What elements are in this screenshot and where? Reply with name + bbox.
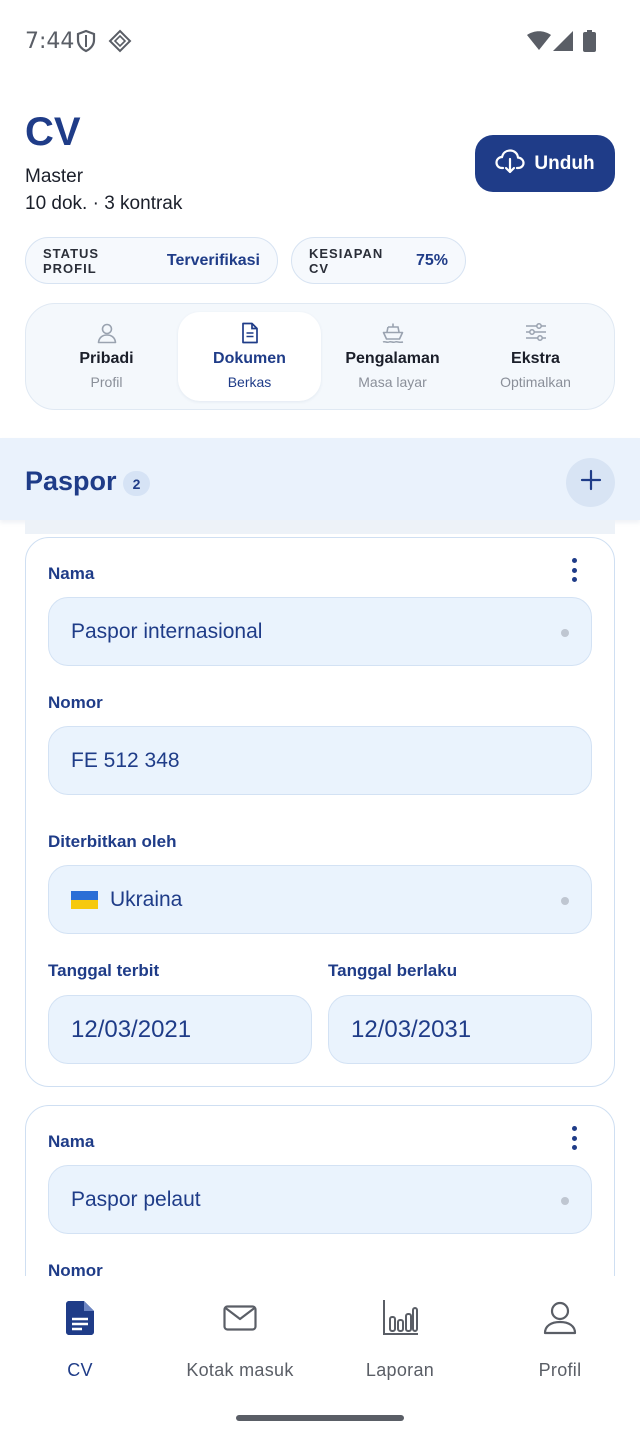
sliders-icon [525,322,547,347]
issue-date-label: Tanggal terbit [48,961,160,980]
passport-type-select[interactable]: Paspor internasional [48,597,592,666]
page-title: CV [25,110,81,154]
nav-label: CV [67,1360,93,1380]
issued-by-select[interactable]: Ukraina [48,865,592,934]
passport-card: Nama Paspor pelaut Nomor [25,1105,615,1276]
passport-list[interactable]: Nama Paspor internasional Nomor FE 512 3… [0,520,640,1276]
passport-type-value: Paspor pelaut [71,1187,201,1211]
cloud-download-icon [495,148,526,180]
battery-icon [583,30,596,57]
add-passport-button[interactable] [566,458,615,507]
cv-document-icon [0,1298,160,1338]
cv-summary-meta: 10 dok. · 3 kontrak [25,193,183,214]
tab-sublabel: Optimalkan [500,374,571,390]
issued-by-label: Diterbitkan oleh [48,832,177,851]
tab-sublabel: Profil [90,374,123,390]
passport-number-value: FE 512 348 [71,748,180,772]
issued-by-value: Ukraina [110,887,183,911]
person-icon [96,322,118,349]
valid-date-value: 12/03/2031 [351,1015,472,1043]
valid-date-input[interactable]: 12/03/2031 [328,995,592,1064]
tab-pribadi[interactable]: Pribadi Profil [35,312,178,401]
passport-number-input[interactable]: FE 512 348 [48,726,592,795]
nav-label: Profil [538,1360,582,1380]
issue-date-input[interactable]: 12/03/2021 [48,995,312,1064]
passport-type-select[interactable]: Paspor pelaut [48,1165,592,1234]
passport-type-value: Paspor internasional [71,619,263,643]
download-button-label: Unduh [534,152,595,174]
tab-pengalaman[interactable]: Pengalaman Masa layar [321,312,464,401]
nav-label: Laporan [365,1360,435,1380]
nav-label: Kotak masuk [186,1360,294,1380]
tab-label: Pengalaman [345,350,440,367]
ship-icon [381,322,405,349]
more-options-icon[interactable] [562,556,586,584]
chip-key: STATUS PROFIL [43,245,100,276]
nav-profile[interactable]: Profil [480,1298,640,1381]
cv-variant-label: Master [25,166,84,187]
tab-label: Dokumen [213,350,286,367]
passport-section-header: Paspor 2 [0,438,640,520]
passport-card: Nama Paspor internasional Nomor FE 512 3… [25,537,615,1087]
tab-sublabel: Masa layar [358,374,427,390]
tab-label: Pribadi [79,350,134,367]
vpn-diamond-icon [108,29,132,58]
ukraine-flag-icon [71,890,98,909]
bar-chart-icon [320,1298,480,1338]
section-tabs: Pribadi Profil Dokumen Berkas Pengalaman… [25,303,615,410]
nav-cv[interactable]: CV [0,1298,160,1381]
tab-sublabel: Berkas [227,374,272,390]
name-label: Nama [48,564,95,583]
shield-icon [76,29,96,58]
bottom-navigation: CV Kotak masuk Laporan Profil [0,1276,640,1437]
wifi-icon [527,31,551,56]
mail-icon [160,1298,320,1338]
name-label: Nama [48,1132,95,1151]
chip-value: 75% [415,251,448,269]
dropdown-dot-icon [561,897,569,905]
cv-readiness-chip: KESIAPAN CV 75% [291,237,466,284]
status-time: 7:44 [25,29,75,54]
tab-label: Ekstra [511,350,560,367]
gesture-home-bar[interactable] [236,1415,404,1421]
issue-date-value: 12/03/2021 [71,1015,192,1043]
number-label: Nomor [48,693,103,712]
dropdown-dot-icon [561,629,569,637]
chip-value: Terverifikasi [166,251,260,269]
section-count-badge: 2 [123,471,150,496]
section-title: Paspor [25,466,117,496]
tab-dokumen[interactable]: Dokumen Berkas [178,312,321,401]
person-icon [480,1298,640,1338]
plus-icon [580,469,602,496]
dropdown-dot-icon [561,1197,569,1205]
status-bar: 7:44 [0,0,640,84]
nav-inbox[interactable]: Kotak masuk [160,1298,320,1381]
number-label: Nomor [48,1261,103,1276]
document-icon [240,322,260,349]
scroll-edge-shadow [25,520,615,534]
valid-date-label: Tanggal berlaku [328,961,458,980]
profile-status-chip: STATUS PROFIL Terverifikasi [25,237,278,284]
tab-ekstra[interactable]: Ekstra Optimalkan [464,312,607,401]
nav-reports[interactable]: Laporan [320,1298,480,1381]
more-options-icon[interactable] [562,1124,586,1152]
download-button[interactable]: Unduh [475,135,615,192]
signal-icon [553,31,573,56]
chip-key: KESIAPAN CV [309,245,384,276]
